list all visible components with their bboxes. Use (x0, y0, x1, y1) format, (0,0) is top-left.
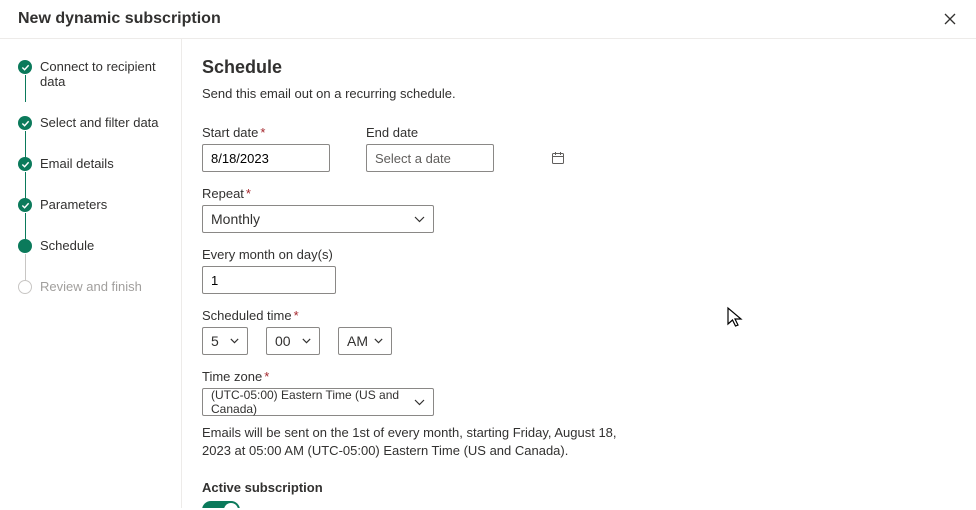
timezone-select[interactable]: (UTC-05:00) Eastern Time (US and Canada) (202, 388, 434, 416)
active-subscription-toggle[interactable] (202, 501, 240, 508)
chevron-down-icon (302, 338, 311, 344)
step-connect-recipient-data[interactable]: Connect to recipient data (18, 59, 169, 89)
section-description: Send this email out on a recurring sched… (202, 86, 948, 101)
step-label: Parameters (40, 197, 107, 212)
repeat-value: Monthly (211, 211, 260, 227)
end-date-input[interactable] (366, 144, 494, 172)
step-label: Select and filter data (40, 115, 159, 130)
start-date-input[interactable] (202, 144, 330, 172)
schedule-summary: Emails will be sent on the 1st of every … (202, 424, 632, 460)
step-label: Review and finish (40, 279, 142, 294)
ampm-select[interactable]: AM (338, 327, 392, 355)
section-title: Schedule (202, 57, 948, 78)
current-step-icon (18, 239, 32, 253)
step-schedule[interactable]: Schedule (18, 238, 169, 253)
step-parameters[interactable]: Parameters (18, 197, 169, 212)
start-date-label: Start date* (202, 125, 330, 140)
minute-select[interactable]: 00 (266, 327, 320, 355)
chevron-down-icon (374, 338, 383, 344)
main-content: Schedule Send this email out on a recurr… (182, 39, 976, 508)
every-month-label: Every month on day(s) (202, 247, 948, 262)
step-label: Schedule (40, 238, 94, 253)
chevron-down-icon (230, 338, 239, 344)
step-label: Connect to recipient data (40, 59, 156, 89)
chevron-down-icon (414, 399, 425, 406)
timezone-label: Time zone* (202, 369, 948, 384)
end-date-label: End date (366, 125, 494, 140)
active-subscription-label: Active subscription (202, 480, 948, 495)
step-select-filter-data[interactable]: Select and filter data (18, 115, 169, 130)
wizard-steps: Connect to recipient data Select and fil… (0, 39, 182, 508)
hour-select[interactable]: 5 (202, 327, 248, 355)
future-step-icon (18, 280, 32, 294)
check-icon (18, 198, 32, 212)
page-title: New dynamic subscription (18, 10, 221, 28)
calendar-icon (551, 151, 565, 165)
end-date-field[interactable] (375, 151, 551, 166)
check-icon (18, 116, 32, 130)
repeat-label: Repeat* (202, 186, 948, 201)
close-button[interactable] (942, 11, 958, 27)
hour-value: 5 (211, 333, 219, 349)
every-month-input-wrap[interactable] (202, 266, 336, 294)
timezone-value: (UTC-05:00) Eastern Time (US and Canada) (211, 388, 408, 416)
toggle-knob (224, 503, 238, 508)
step-label: Email details (40, 156, 114, 171)
ampm-value: AM (347, 333, 368, 349)
start-date-field[interactable] (211, 151, 387, 166)
check-icon (18, 157, 32, 171)
every-month-input[interactable] (211, 273, 387, 288)
minute-value: 00 (275, 333, 291, 349)
step-email-details[interactable]: Email details (18, 156, 169, 171)
chevron-down-icon (414, 216, 425, 223)
scheduled-time-label: Scheduled time* (202, 308, 948, 323)
step-review-finish[interactable]: Review and finish (18, 279, 169, 294)
check-icon (18, 60, 32, 74)
repeat-select[interactable]: Monthly (202, 205, 434, 233)
close-icon (944, 13, 956, 25)
